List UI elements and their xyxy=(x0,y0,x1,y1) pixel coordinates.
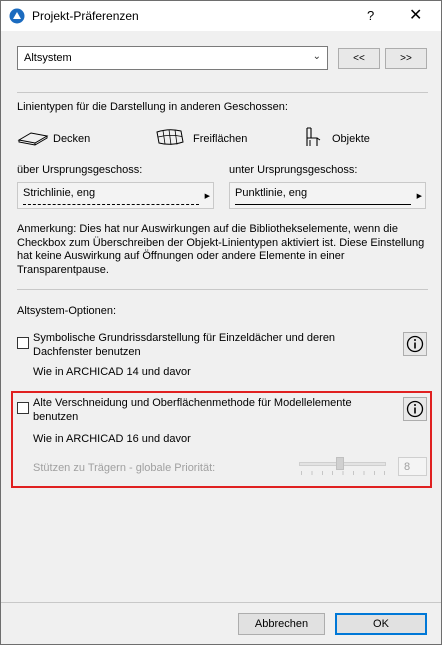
triangle-right-icon: ▶ xyxy=(204,193,210,200)
preferences-dialog: Projekt-Präferenzen ? ✕ Altsystem ⌄ << >… xyxy=(0,0,442,645)
title-bar: Projekt-Präferenzen ? ✕ xyxy=(1,1,441,31)
linetypes-heading: Linientypen für die Darstellung in ander… xyxy=(17,101,288,113)
chevron-down-icon: ⌄ xyxy=(312,51,321,62)
cancel-button[interactable]: Abbrechen xyxy=(238,613,325,635)
chair-icon xyxy=(306,127,321,146)
priority-slider-ticks xyxy=(301,471,385,475)
intersection-legacy-label: Alte Verschneidung und Oberflächenmethod… xyxy=(33,397,352,423)
priority-value-field[interactable]: 8 xyxy=(398,457,427,476)
slab-label: Decken xyxy=(53,133,91,145)
roof-legacy-label: Symbolische Grundrissdarstellung für Ein… xyxy=(33,332,336,358)
solid-line-preview xyxy=(235,204,411,205)
objects-label: Objekte xyxy=(332,133,370,145)
preset-select-value: Altsystem xyxy=(24,52,72,64)
intersection-info-button[interactable] xyxy=(403,397,427,421)
help-button[interactable]: ? xyxy=(367,8,374,23)
above-story-label: über Ursprungsgeschoss: xyxy=(17,164,143,176)
close-button[interactable]: ✕ xyxy=(409,5,422,25)
note-text: Anmerkung: Dies hat nur Auswirkungen auf… xyxy=(17,223,425,276)
roof-info-button[interactable] xyxy=(403,332,427,356)
triangle-right-icon: ▶ xyxy=(416,193,422,200)
next-preset-button[interactable]: >> xyxy=(385,48,427,69)
separator xyxy=(17,92,428,93)
below-linetype-dropdown[interactable]: Punktlinie, eng ▶ xyxy=(229,182,426,209)
legacy-options-heading: Altsystem-Optionen: xyxy=(17,305,117,317)
above-linetype-dropdown[interactable]: Strichlinie, eng ▶ xyxy=(17,182,214,209)
intersection-legacy-checkbox[interactable] xyxy=(17,402,29,414)
info-icon xyxy=(406,335,424,353)
mesh-label: Freiflächen xyxy=(193,133,248,145)
mesh-icon xyxy=(156,129,184,146)
slab-icon xyxy=(17,132,49,146)
roof-legacy-sublabel: Wie in ARCHICAD 14 und davor xyxy=(33,366,191,378)
archicad-app-icon xyxy=(9,8,25,24)
info-icon xyxy=(406,400,424,418)
column-beam-priority-label: Stützen zu Trägern - globale Priorität: xyxy=(33,462,216,474)
ok-button[interactable]: OK xyxy=(335,613,427,635)
above-linetype-value: Strichlinie, eng xyxy=(23,187,96,199)
separator xyxy=(1,602,441,603)
window-title: Projekt-Präferenzen xyxy=(32,9,139,23)
previous-preset-button[interactable]: << xyxy=(338,48,380,69)
intersection-legacy-sublabel: Wie in ARCHICAD 16 und davor xyxy=(33,433,191,445)
roof-legacy-checkbox[interactable] xyxy=(17,337,29,349)
dashed-line-preview xyxy=(23,204,199,205)
priority-slider-thumb[interactable] xyxy=(335,457,344,470)
below-story-label: unter Ursprungsgeschoss: xyxy=(229,164,358,176)
preset-select[interactable]: Altsystem ⌄ xyxy=(17,46,328,70)
separator xyxy=(17,289,428,290)
below-linetype-value: Punktlinie, eng xyxy=(235,187,308,199)
priority-value: 8 xyxy=(404,461,411,473)
